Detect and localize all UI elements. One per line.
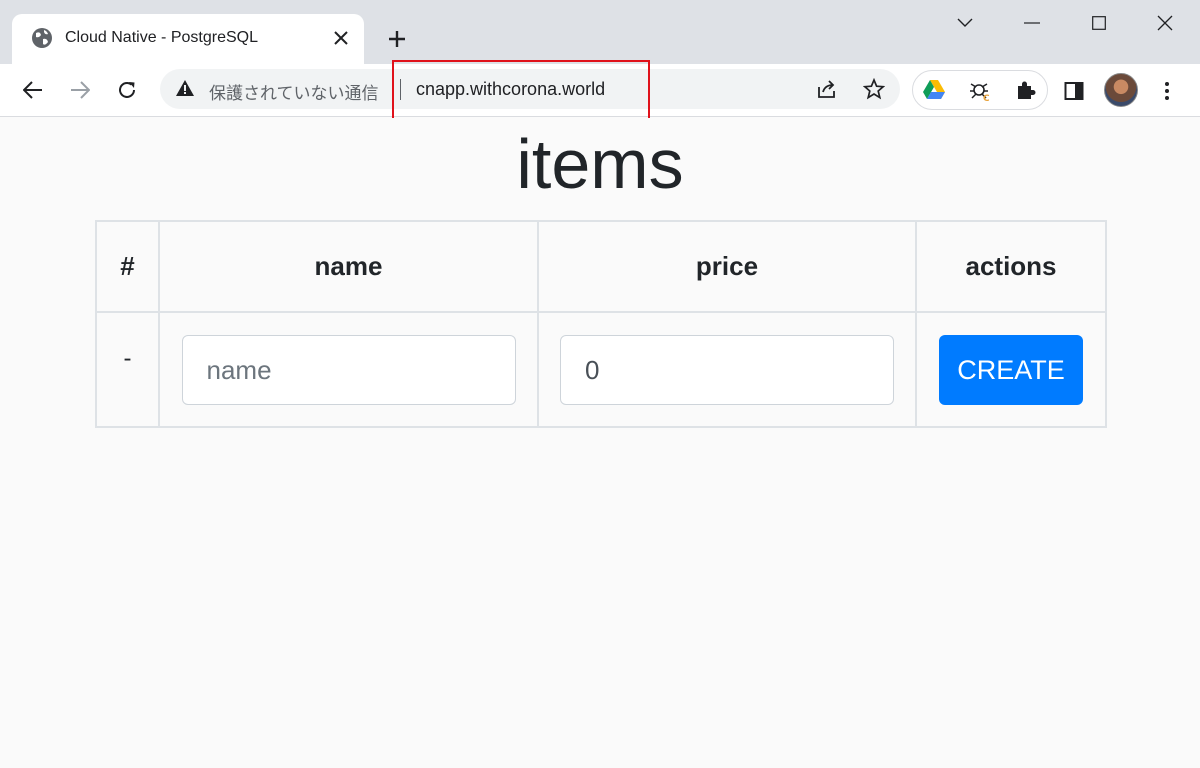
window-close-icon[interactable] [1150, 8, 1180, 38]
minimize-icon[interactable] [1017, 8, 1047, 38]
create-button[interactable]: CREATE [939, 335, 1083, 405]
extensions-group: C [912, 70, 1048, 110]
new-item-row: - CREATE [95, 311, 1107, 428]
star-icon[interactable] [862, 77, 886, 101]
security-status-text[interactable]: 保護されていない通信 [209, 79, 379, 104]
share-icon[interactable] [815, 77, 839, 101]
name-cell [158, 311, 539, 428]
items-table: # name price actions - CREATE [95, 220, 1107, 428]
price-input[interactable] [560, 335, 894, 405]
price-cell [537, 311, 917, 428]
extension-bug-icon[interactable]: C [967, 77, 993, 103]
avatar[interactable] [1104, 73, 1138, 107]
page-content: items # name price actions - CREATE [0, 118, 1200, 768]
header-index: # [95, 220, 160, 313]
close-icon[interactable] [330, 27, 352, 49]
forward-arrow-icon[interactable] [66, 76, 94, 104]
browser-tab[interactable]: Cloud Native - PostgreSQL [12, 14, 364, 64]
google-drive-icon[interactable] [921, 77, 947, 103]
side-panel-icon[interactable] [1061, 78, 1087, 104]
chevron-down-icon[interactable] [950, 8, 980, 38]
more-vert-icon[interactable] [1154, 78, 1180, 104]
index-cell: - [95, 311, 160, 428]
reload-icon[interactable] [113, 76, 141, 104]
puzzle-icon[interactable] [1013, 77, 1039, 103]
table-header-row: # name price actions [95, 220, 1107, 313]
actions-cell: CREATE [915, 311, 1107, 428]
globe-icon [31, 27, 53, 49]
plus-icon[interactable] [384, 26, 410, 52]
url-text[interactable]: cnapp.withcorona.world [416, 79, 605, 100]
maximize-icon[interactable] [1084, 8, 1114, 38]
warning-icon[interactable] [175, 79, 197, 99]
svg-text:C: C [983, 94, 990, 102]
header-price: price [537, 220, 917, 313]
header-actions: actions [915, 220, 1107, 313]
tab-title: Cloud Native - PostgreSQL [65, 29, 258, 46]
header-name: name [158, 220, 539, 313]
back-arrow-icon[interactable] [19, 76, 47, 104]
name-input[interactable] [181, 335, 516, 405]
page-title: items [516, 125, 684, 203]
row-index: - [123, 345, 132, 372]
title-bar: Cloud Native - PostgreSQL [0, 0, 1200, 64]
